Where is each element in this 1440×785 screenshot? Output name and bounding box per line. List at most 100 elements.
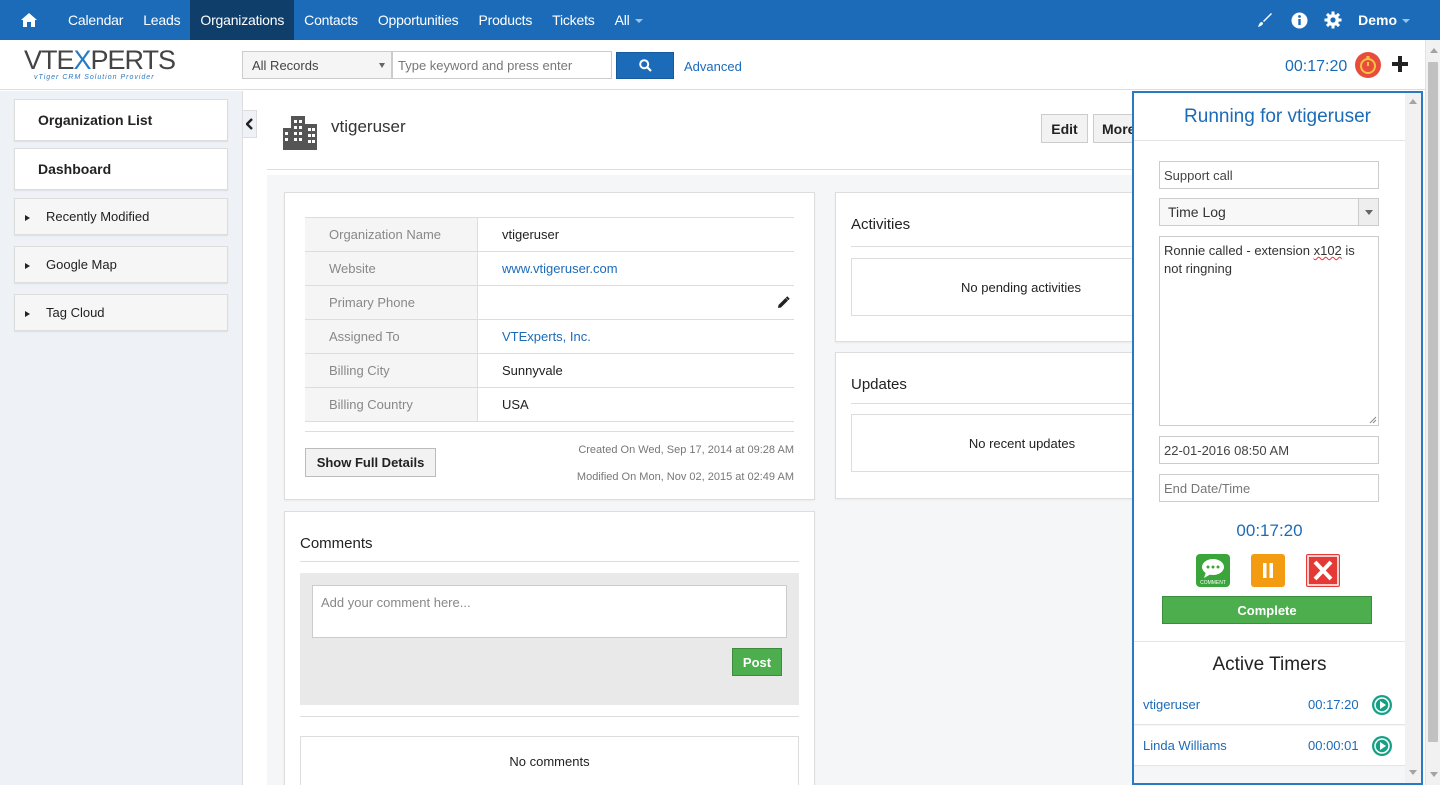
updates-title: Updates	[851, 376, 907, 393]
scroll-up-icon[interactable]	[1430, 48, 1438, 53]
user-menu[interactable]: Demo	[1350, 12, 1440, 28]
search-button[interactable]	[616, 52, 674, 79]
widget-label: Tag Cloud	[46, 305, 105, 320]
advanced-search-link[interactable]: Advanced	[684, 59, 742, 74]
timer-elapsed: 00:17:20	[1236, 521, 1303, 540]
nav-leads[interactable]: Leads	[133, 0, 190, 40]
caret-down-icon	[1358, 199, 1378, 225]
header-bar: VTEXPERTS vTiger CRM Solution Provider A…	[0, 40, 1425, 90]
vtexperts-logo[interactable]: VTEXPERTS vTiger CRM Solution Provider	[24, 46, 184, 86]
edit-button[interactable]: Edit	[1041, 114, 1088, 143]
comment-timer-button[interactable]: COMMENT	[1196, 554, 1230, 587]
show-full-details-button[interactable]: Show Full Details	[305, 448, 436, 477]
timer-start-field[interactable]: 22-01-2016 08:50 AM	[1159, 436, 1379, 464]
timer-end-field[interactable]	[1159, 474, 1379, 502]
scroll-down-icon[interactable]	[1409, 770, 1417, 775]
field-label: Website	[305, 252, 478, 285]
field-value[interactable]	[478, 286, 794, 319]
play-icon[interactable]	[1372, 695, 1392, 715]
stopwatch-icon	[1355, 52, 1381, 78]
nav-calendar[interactable]: Calendar	[58, 0, 133, 40]
pencil-icon[interactable]	[776, 296, 790, 310]
active-timer-row[interactable]: vtigeruser 00:17:20	[1134, 685, 1405, 725]
info-icon	[1291, 12, 1308, 28]
stopwatch-button[interactable]	[1354, 51, 1382, 79]
sidebar-collapse-button[interactable]	[243, 110, 257, 138]
field-label: Billing Country	[305, 388, 478, 421]
sidebar-organization-list[interactable]: Organization List	[14, 99, 228, 141]
close-icon	[1306, 554, 1340, 587]
nav-opportunities[interactable]: Opportunities	[368, 0, 469, 40]
info-button[interactable]	[1282, 0, 1316, 40]
field-label: Assigned To	[305, 320, 478, 353]
field-value[interactable]: USA	[478, 388, 794, 421]
sidebar-dashboard[interactable]: Dashboard	[14, 148, 228, 190]
cancel-timer-button[interactable]	[1306, 554, 1340, 587]
comment-input[interactable]	[312, 585, 787, 638]
chevron-down-icon	[634, 19, 643, 23]
brush-icon	[1258, 13, 1273, 27]
global-search-input[interactable]	[392, 51, 612, 79]
records-filter-select[interactable]: All Records	[242, 51, 392, 79]
chevron-left-icon	[245, 118, 253, 130]
activities-divider	[851, 246, 1133, 247]
nav-products[interactable]: Products	[468, 0, 542, 40]
home-button[interactable]	[0, 0, 58, 40]
timer-start-value: 22-01-2016 08:50 AM	[1164, 442, 1290, 458]
record-title: vtigeruser	[331, 117, 406, 136]
comments-title: Comments	[300, 535, 373, 552]
expand-arrow-icon	[25, 215, 30, 221]
sidebar-item-label: Organization List	[38, 112, 153, 128]
widget-google-map[interactable]: Google Map	[14, 246, 228, 283]
active-timer-row[interactable]: Linda Williams 00:00:01	[1134, 726, 1405, 766]
timer-panel-scrollbar[interactable]	[1405, 93, 1421, 783]
more-button[interactable]: More	[1093, 114, 1133, 143]
logo-text-2: PERTS	[90, 45, 177, 75]
field-value[interactable]: vtigeruser	[478, 218, 794, 251]
field-row: Billing Country USA	[305, 388, 794, 422]
scroll-up-icon[interactable]	[1409, 99, 1417, 104]
website-link[interactable]: www.vtigeruser.com	[478, 252, 794, 285]
assigned-to-link[interactable]: VTExperts, Inc.	[478, 320, 794, 353]
page-scrollbar[interactable]	[1425, 40, 1440, 785]
no-comments-message: No comments	[300, 736, 799, 785]
theme-button[interactable]	[1248, 0, 1282, 40]
logo-text-1: VTE	[24, 45, 75, 75]
scrollbar-thumb[interactable]	[1428, 62, 1438, 742]
top-navigation: Calendar Leads Organizations Contacts Op…	[0, 0, 1440, 40]
timer-description-textarea[interactable]: Ronnie called - extension x102 is not ri…	[1159, 236, 1379, 426]
nav-tickets[interactable]: Tickets	[542, 0, 604, 40]
caret-down-icon	[379, 63, 385, 68]
header-timer[interactable]: 00:17:20	[1285, 58, 1347, 76]
title-divider	[267, 169, 1133, 170]
widget-tag-cloud[interactable]: Tag Cloud	[14, 294, 228, 331]
scroll-down-icon[interactable]	[1430, 772, 1438, 777]
active-timer-name[interactable]: vtigeruser	[1143, 697, 1200, 712]
active-timer-time: 00:00:01	[1308, 738, 1359, 753]
play-icon[interactable]	[1372, 736, 1392, 756]
updates-divider	[851, 403, 1133, 404]
quick-create-button[interactable]	[1390, 54, 1410, 74]
nav-all-menu[interactable]: All	[605, 0, 653, 40]
complete-button[interactable]: Complete	[1162, 596, 1372, 624]
records-filter-value: All Records	[252, 57, 319, 73]
widget-recently-modified[interactable]: Recently Modified	[14, 198, 228, 235]
resize-handle-icon[interactable]	[1369, 416, 1377, 424]
field-row: Primary Phone	[305, 286, 794, 320]
settings-button[interactable]	[1316, 0, 1350, 40]
active-timer-name[interactable]: Linda Williams	[1143, 738, 1227, 753]
field-row: Billing City Sunnyvale	[305, 354, 794, 388]
comments-divider	[300, 561, 799, 562]
chevron-down-icon	[1402, 19, 1410, 23]
field-label: Billing City	[305, 354, 478, 387]
nav-organizations[interactable]: Organizations	[190, 0, 295, 40]
pause-timer-button[interactable]	[1251, 554, 1285, 587]
summary-divider	[305, 431, 794, 432]
field-label: Organization Name	[305, 218, 478, 251]
gear-icon	[1324, 11, 1342, 29]
post-comment-button[interactable]: Post	[732, 648, 782, 676]
field-value[interactable]: Sunnyvale	[478, 354, 794, 387]
nav-contacts[interactable]: Contacts	[294, 0, 368, 40]
timer-type-select[interactable]: Time Log	[1159, 198, 1379, 226]
timer-subject-field[interactable]: Support call	[1159, 161, 1379, 189]
